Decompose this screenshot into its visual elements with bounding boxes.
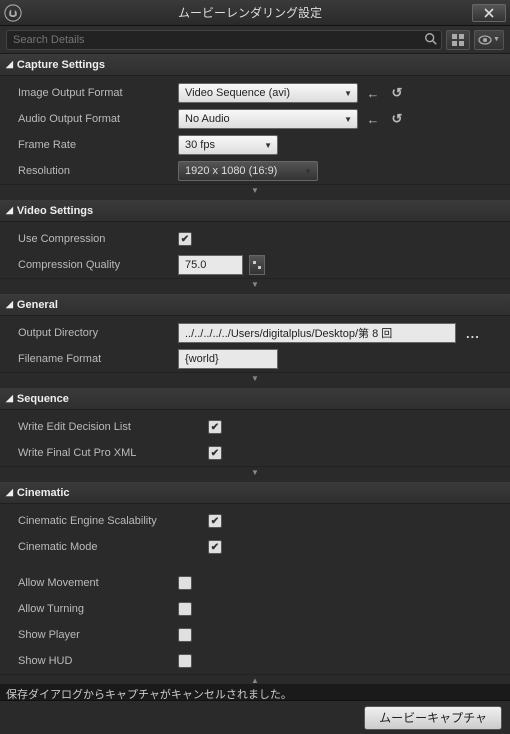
settings-panel: ◢ Capture Settings Image Output Format V… xyxy=(0,54,510,692)
chevron-down-icon: ▼ xyxy=(251,280,259,289)
show-hud-checkbox[interactable] xyxy=(178,654,192,668)
cinematic-mode-checkbox[interactable] xyxy=(208,540,222,554)
expand-indicator[interactable]: ▼ xyxy=(0,372,510,384)
section-sequence[interactable]: ◢ Sequence xyxy=(0,388,510,410)
label-cinematic-mode: Cinematic Mode xyxy=(18,541,208,553)
footer: ムービーキャプチャ xyxy=(0,700,510,734)
image-output-format-dropdown[interactable]: Video Sequence (avi) xyxy=(178,83,358,103)
collapse-icon: ◢ xyxy=(6,205,13,216)
label-audio-output-format: Audio Output Format xyxy=(18,113,178,125)
section-title: Sequence xyxy=(17,393,69,405)
label-output-directory: Output Directory xyxy=(18,327,178,339)
label-compression-quality: Compression Quality xyxy=(18,259,178,271)
back-arrow-icon[interactable]: ← xyxy=(364,84,382,102)
filename-format-input[interactable] xyxy=(178,349,278,369)
label-engine-scalability: Cinematic Engine Scalability xyxy=(18,515,208,527)
collapse-icon: ◢ xyxy=(6,299,13,310)
resolution-dropdown[interactable]: 1920 x 1080 (16:9) xyxy=(178,161,318,181)
toolbar: ▼ xyxy=(0,26,510,54)
grid-view-button[interactable] xyxy=(446,30,470,50)
section-video-settings[interactable]: ◢ Video Settings xyxy=(0,200,510,222)
compression-quality-input[interactable] xyxy=(178,255,243,275)
section-title: General xyxy=(17,299,58,311)
expand-indicator[interactable]: ▼ xyxy=(0,278,510,290)
label-show-hud: Show HUD xyxy=(18,655,178,667)
search-wrap xyxy=(6,30,442,50)
write-fcp-checkbox[interactable] xyxy=(208,446,222,460)
label-write-fcp: Write Final Cut Pro XML xyxy=(18,447,208,459)
chevron-down-icon: ▼ xyxy=(251,374,259,383)
section-title: Video Settings xyxy=(17,205,93,217)
label-allow-turning: Allow Turning xyxy=(18,603,178,615)
search-icon[interactable] xyxy=(422,32,440,48)
section-cinematic[interactable]: ◢ Cinematic xyxy=(0,482,510,504)
spinner-button[interactable] xyxy=(249,255,265,275)
unreal-logo-icon xyxy=(4,4,22,22)
label-show-player: Show Player xyxy=(18,629,178,641)
collapse-icon: ◢ xyxy=(6,487,13,498)
close-button[interactable] xyxy=(472,4,506,22)
movie-capture-button[interactable]: ムービーキャプチャ xyxy=(364,706,502,730)
label-resolution: Resolution xyxy=(18,165,178,177)
collapse-icon: ◢ xyxy=(6,59,13,70)
write-edl-checkbox[interactable] xyxy=(208,420,222,434)
expand-indicator[interactable]: ▼ xyxy=(0,466,510,478)
reset-icon[interactable]: ↺ xyxy=(388,84,406,102)
expand-indicator[interactable]: ▼ xyxy=(0,184,510,196)
label-frame-rate: Frame Rate xyxy=(18,139,178,151)
label-filename-format: Filename Format xyxy=(18,353,178,365)
label-use-compression: Use Compression xyxy=(18,233,178,245)
section-capture-settings[interactable]: ◢ Capture Settings xyxy=(0,54,510,76)
section-title: Capture Settings xyxy=(17,59,105,71)
label-image-output-format: Image Output Format xyxy=(18,87,178,99)
titlebar: ムービーレンダリング設定 xyxy=(0,0,510,26)
allow-movement-checkbox[interactable] xyxy=(178,576,192,590)
show-player-checkbox[interactable] xyxy=(178,628,192,642)
browse-button[interactable]: ... xyxy=(462,326,484,341)
label-write-edl: Write Edit Decision List xyxy=(18,421,208,433)
allow-turning-checkbox[interactable] xyxy=(178,602,192,616)
section-title: Cinematic xyxy=(17,487,70,499)
audio-output-format-dropdown[interactable]: No Audio xyxy=(178,109,358,129)
chevron-down-icon: ▼ xyxy=(251,186,259,195)
output-directory-input[interactable] xyxy=(178,323,456,343)
visibility-button[interactable]: ▼ xyxy=(474,30,504,50)
label-allow-movement: Allow Movement xyxy=(18,577,178,589)
back-arrow-icon[interactable]: ← xyxy=(364,110,382,128)
frame-rate-dropdown[interactable]: 30 fps xyxy=(178,135,278,155)
reset-icon[interactable]: ↺ xyxy=(388,110,406,128)
engine-scalability-checkbox[interactable] xyxy=(208,514,222,528)
section-general[interactable]: ◢ General xyxy=(0,294,510,316)
search-input[interactable] xyxy=(6,30,442,50)
chevron-down-icon: ▼ xyxy=(251,468,259,477)
window-title: ムービーレンダリング設定 xyxy=(28,4,472,21)
use-compression-checkbox[interactable] xyxy=(178,232,192,246)
collapse-icon: ◢ xyxy=(6,393,13,404)
